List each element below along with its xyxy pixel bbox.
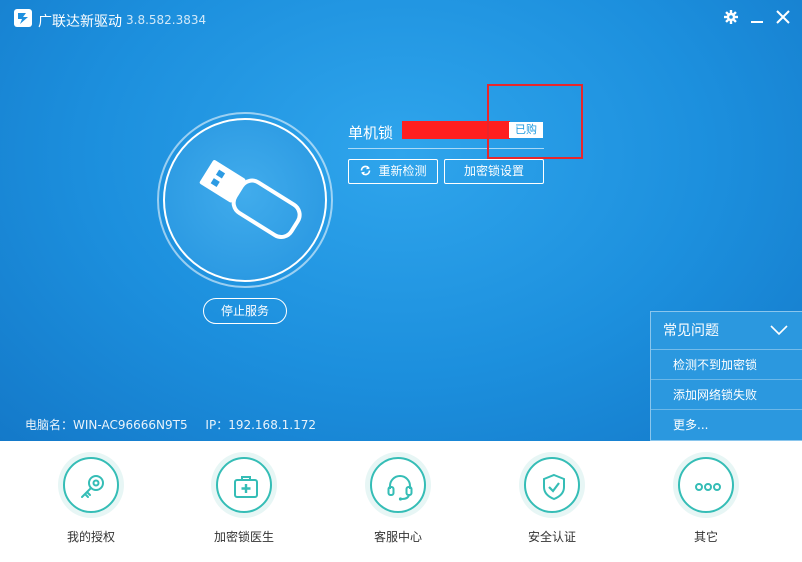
ip-value: 192.168.1.172	[228, 418, 316, 432]
faq-header[interactable]: 常见问题	[651, 312, 802, 350]
computer-info: 电脑名：WIN-AC96666N9T5 IP：192.168.1.172	[25, 416, 316, 433]
faq-item-lock-not-detected[interactable]: 检测不到加密锁	[651, 350, 802, 380]
medical-kit-icon	[234, 476, 258, 498]
redetect-label: 重新检测	[378, 164, 427, 178]
nav-label: 客服中心	[373, 530, 422, 544]
chevron-down-icon	[770, 325, 788, 336]
nav-other[interactable]: 其它	[656, 441, 756, 562]
redetect-button[interactable]: 重新检测	[348, 159, 438, 184]
nav-my-authorization[interactable]: 我的授权	[41, 441, 141, 562]
main-panel: 广联达新驱动 3.8.582.3834 停止服务 单机锁 已购 重新检测 加密锁…	[0, 0, 802, 441]
nav-label: 我的授权	[66, 530, 115, 544]
title-bar[interactable]: 广联达新驱动 3.8.582.3834	[0, 0, 802, 36]
faq-title: 常见问题	[663, 323, 719, 339]
nav-circle	[519, 452, 585, 518]
stop-service-button[interactable]: 停止服务	[203, 298, 287, 324]
highlight-annotation-box	[487, 84, 583, 159]
bottom-nav: 我的授权 加密锁医生 客服中心 安全认证 其它	[0, 441, 802, 562]
faq-item-more[interactable]: 更多...	[651, 410, 802, 440]
usb-dongle-icon	[183, 150, 307, 254]
nav-label: 加密锁医生	[213, 530, 274, 544]
nav-label: 安全认证	[527, 530, 576, 544]
nav-label: 其它	[693, 530, 718, 544]
close-icon[interactable]	[772, 6, 794, 28]
nav-circle	[673, 452, 739, 518]
refresh-icon	[359, 162, 372, 185]
app-logo-icon	[14, 9, 32, 27]
settings-gear-icon[interactable]	[720, 6, 742, 28]
more-dots-icon	[695, 483, 721, 491]
nav-service-center[interactable]: 客服中心	[348, 441, 448, 562]
minimize-icon[interactable]	[746, 6, 768, 28]
ip-label: IP：	[205, 418, 229, 432]
computer-name-value: WIN-AC96666N9T5	[73, 418, 188, 432]
nav-security-certification[interactable]: 安全认证	[502, 441, 602, 562]
shield-check-icon	[543, 473, 565, 501]
computer-name-label: 电脑名：	[25, 418, 74, 432]
app-title: 广联达新驱动	[38, 14, 122, 30]
nav-circle	[365, 452, 431, 518]
device-name: 单机锁	[348, 124, 394, 142]
lock-settings-button[interactable]: 加密锁设置	[444, 159, 544, 184]
key-icon	[81, 475, 104, 498]
headset-icon	[387, 475, 413, 501]
faq-item-add-network-lock-failed[interactable]: 添加网络锁失败	[651, 380, 802, 410]
nav-circle	[58, 452, 124, 518]
nav-circle	[211, 452, 277, 518]
nav-lock-doctor[interactable]: 加密锁医生	[194, 441, 294, 562]
faq-panel: 常见问题 检测不到加密锁 添加网络锁失败 更多...	[650, 311, 802, 441]
app-version: 3.8.582.3834	[126, 13, 207, 27]
